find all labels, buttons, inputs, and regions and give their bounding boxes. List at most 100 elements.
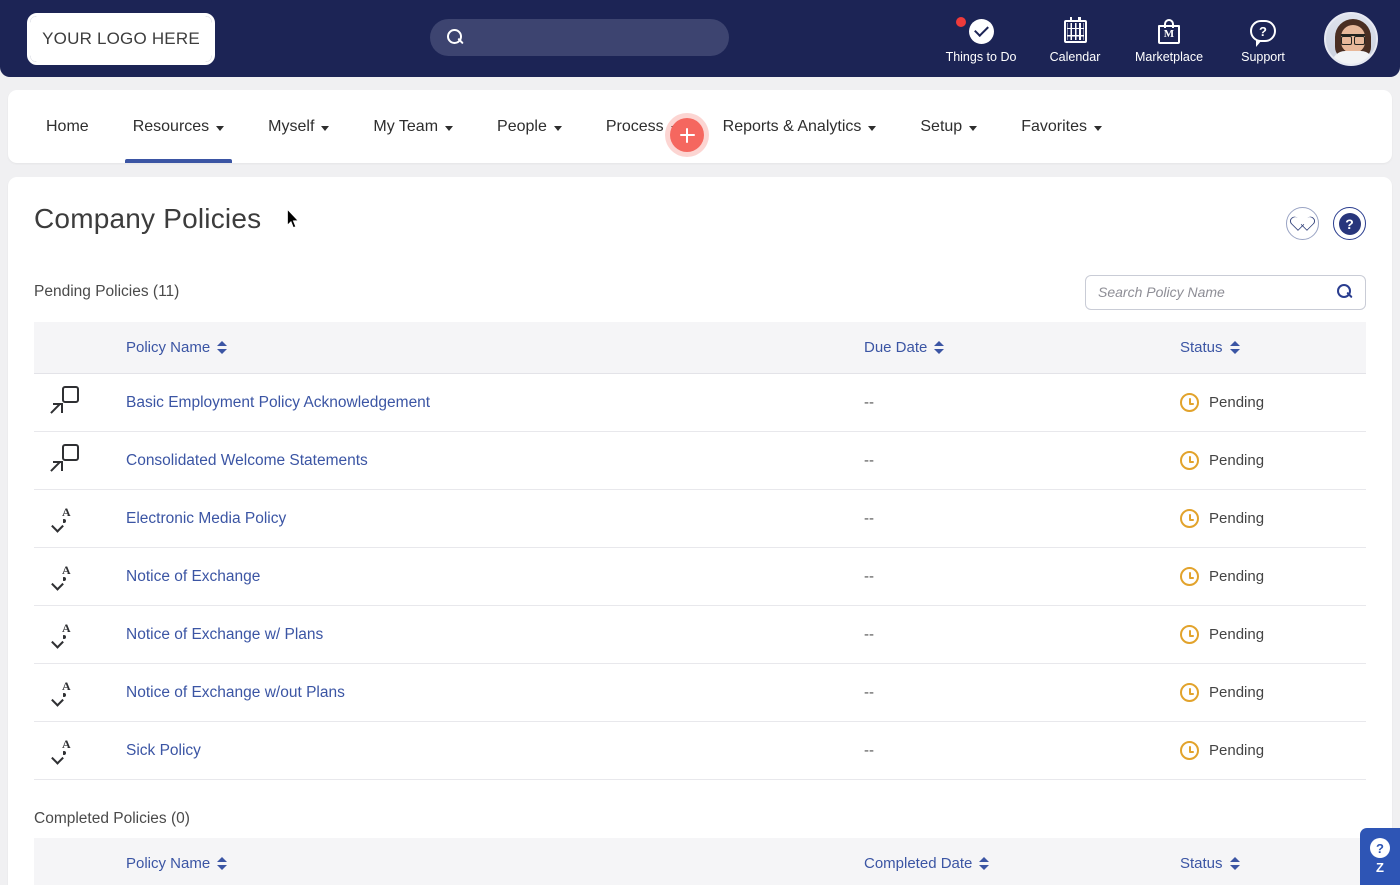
column-header-completed-date[interactable]: Completed Date [864, 838, 1180, 885]
due-date-value: -- [864, 626, 874, 643]
header-action-things-to-do[interactable]: Things to Do [934, 14, 1028, 64]
completed-policies-label: Completed Policies (0) [34, 810, 190, 827]
policy-link[interactable]: Consolidated Welcome Statements [126, 452, 368, 469]
table-row[interactable]: A Sick Policy -- Pending [34, 721, 1366, 780]
sort-arrows-icon[interactable] [217, 857, 228, 870]
row-status-cell: Pending [1180, 489, 1366, 548]
nav-item-label: Process [605, 117, 664, 135]
header-action-group: Things to Do Calendar M Marketplace ? Su… [934, 11, 1378, 66]
nav-item-label: People [497, 117, 547, 135]
row-type-cell: A [34, 547, 126, 606]
company-logo[interactable]: YOUR LOGO HERE [27, 12, 215, 65]
row-due-date-cell: -- [864, 663, 1180, 722]
clock-icon [1180, 451, 1199, 470]
row-name-cell: Sick Policy [126, 721, 864, 780]
sort-arrows-icon[interactable] [217, 341, 228, 354]
chevron-down-icon [969, 125, 978, 131]
header-action-label: Things to Do [945, 49, 1017, 64]
chevron-down-icon [445, 125, 454, 131]
nav-item-label: Home [46, 117, 89, 135]
pending-policies-body: Basic Employment Policy Acknowledgement … [34, 373, 1366, 780]
due-date-value: -- [864, 684, 874, 701]
table-row[interactable]: Basic Employment Policy Acknowledgement … [34, 373, 1366, 432]
table-header: Policy Name Due Date Status [34, 322, 1366, 374]
column-header-status[interactable]: Status [1180, 838, 1366, 885]
row-status-cell: Pending [1180, 373, 1366, 432]
due-date-value: -- [864, 510, 874, 527]
clock-icon [1180, 509, 1199, 528]
quick-add-button[interactable] [670, 118, 704, 152]
question-mark-icon: ? [1370, 838, 1390, 858]
header-action-calendar[interactable]: Calendar [1028, 14, 1122, 64]
help-widget-letter: Z [1376, 860, 1384, 875]
column-header-policy-name[interactable]: Policy Name [126, 322, 864, 374]
search-icon[interactable] [1337, 284, 1353, 300]
row-type-cell: A [34, 663, 126, 722]
global-header: YOUR LOGO HERE Things to Do Calendar M M… [0, 0, 1400, 77]
page-content-card: Company Policies ? Pending Policies (11) [8, 177, 1392, 885]
nav-item-favorites[interactable]: Favorites [999, 90, 1124, 163]
row-name-cell: Notice of Exchange [126, 547, 864, 606]
policy-link[interactable]: Notice of Exchange [126, 568, 260, 585]
row-type-cell: A [34, 489, 126, 548]
clock-icon [1180, 567, 1199, 586]
page-header-row: Company Policies ? [34, 203, 1366, 240]
column-label: Policy Name [126, 855, 211, 872]
policy-link[interactable]: Basic Employment Policy Acknowledgement [126, 394, 430, 411]
policy-link[interactable]: Sick Policy [126, 742, 201, 759]
table-row[interactable]: Consolidated Welcome Statements -- Pendi… [34, 431, 1366, 490]
column-header-status[interactable]: Status [1180, 322, 1366, 374]
chevron-down-icon [321, 125, 330, 131]
row-type-cell: A [34, 605, 126, 664]
sort-arrows-icon[interactable] [934, 341, 945, 354]
page-action-buttons: ? [1286, 203, 1366, 240]
nav-item-label: Resources [132, 117, 210, 135]
marketplace-bag-icon: M [1158, 18, 1180, 45]
column-header-icon [34, 322, 126, 374]
status-badge: Pending [1209, 626, 1265, 643]
row-status-cell: Pending [1180, 721, 1366, 780]
nav-item-my-team[interactable]: My Team [351, 90, 475, 163]
column-label: Status [1180, 339, 1223, 356]
nav-item-reports-analytics[interactable]: Reports & Analytics [701, 90, 899, 163]
nav-item-resources[interactable]: Resources [111, 90, 246, 163]
nav-item-label: My Team [373, 117, 439, 135]
nav-item-label: Setup [920, 117, 963, 135]
policy-search-input[interactable] [1098, 284, 1337, 300]
column-header-due-date[interactable]: Due Date [864, 322, 1180, 374]
sort-arrows-icon[interactable] [1229, 341, 1240, 354]
row-due-date-cell: -- [864, 373, 1180, 432]
pending-section-header: Pending Policies (11) [34, 272, 1366, 312]
column-label: Status [1180, 855, 1223, 872]
completed-policies-table: Policy Name Completed Date Status [34, 838, 1366, 885]
policy-link[interactable]: Electronic Media Policy [126, 510, 286, 527]
table-header-row: Policy Name Due Date Status [34, 322, 1366, 374]
table-row[interactable]: A Electronic Media Policy -- Pending [34, 489, 1366, 548]
header-action-support[interactable]: ? Support [1216, 14, 1310, 64]
status-badge: Pending [1209, 684, 1265, 701]
sort-arrows-icon[interactable] [979, 857, 990, 870]
nav-item-home[interactable]: Home [38, 90, 111, 163]
nav-item-people[interactable]: People [475, 90, 584, 163]
avatar[interactable] [1324, 11, 1378, 66]
page-help-button[interactable]: ? [1333, 207, 1366, 240]
page-title: Company Policies [34, 203, 262, 234]
nav-item-myself[interactable]: Myself [246, 90, 351, 163]
sort-arrows-icon[interactable] [1229, 857, 1240, 870]
policy-link[interactable]: Notice of Exchange w/ Plans [126, 626, 323, 643]
policy-search-box[interactable] [1085, 274, 1366, 310]
row-name-cell: Electronic Media Policy [126, 489, 864, 548]
status-badge: Pending [1209, 742, 1265, 759]
nav-item-setup[interactable]: Setup [898, 90, 999, 163]
favorite-button[interactable] [1286, 207, 1319, 240]
header-action-marketplace[interactable]: M Marketplace [1122, 14, 1216, 64]
policy-link[interactable]: Notice of Exchange w/out Plans [126, 684, 345, 701]
help-widget-tab[interactable]: ? Z [1360, 828, 1400, 885]
table-row[interactable]: A Notice of Exchange w/ Plans -- Pending [34, 605, 1366, 664]
global-search-input[interactable] [465, 29, 729, 46]
column-header-policy-name[interactable]: Policy Name [126, 838, 864, 885]
table-row[interactable]: A Notice of Exchange w/out Plans -- Pend… [34, 663, 1366, 722]
support-question-bubble-icon: ? [1250, 18, 1276, 47]
global-search-box[interactable] [430, 19, 729, 56]
table-row[interactable]: A Notice of Exchange -- Pending [34, 547, 1366, 606]
